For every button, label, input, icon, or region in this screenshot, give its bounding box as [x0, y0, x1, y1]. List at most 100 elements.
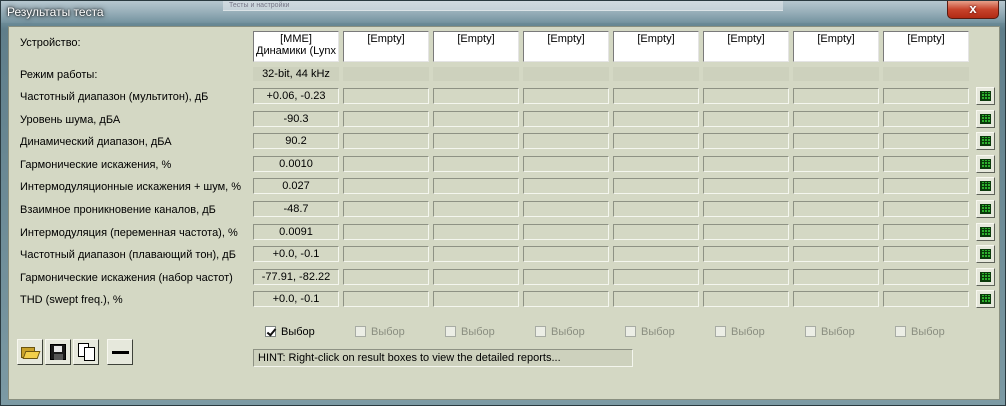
device-box[interactable]: [Empty]	[433, 31, 519, 62]
result-box[interactable]	[793, 156, 879, 172]
checkbox-icon[interactable]	[355, 326, 366, 337]
remove-button[interactable]	[107, 339, 133, 365]
select-checkbox[interactable]: Выбор	[805, 325, 855, 339]
result-box[interactable]	[523, 201, 609, 217]
result-box[interactable]	[703, 201, 789, 217]
result-box[interactable]	[343, 111, 429, 127]
result-box[interactable]: 0.0010	[253, 156, 339, 172]
result-box[interactable]	[793, 246, 879, 262]
result-box[interactable]	[433, 201, 519, 217]
result-box[interactable]	[793, 269, 879, 285]
result-box[interactable]	[433, 178, 519, 194]
result-box[interactable]	[523, 88, 609, 104]
result-box[interactable]	[523, 178, 609, 194]
result-box[interactable]	[883, 111, 969, 127]
checkbox-icon[interactable]	[535, 326, 546, 337]
result-box[interactable]	[613, 88, 699, 104]
result-box[interactable]	[703, 269, 789, 285]
result-box[interactable]	[523, 291, 609, 307]
result-box[interactable]: -77.91, -82.22	[253, 269, 339, 285]
copy-button[interactable]	[73, 339, 99, 365]
result-box[interactable]	[523, 133, 609, 149]
checkbox-icon[interactable]	[625, 326, 636, 337]
detail-report-button[interactable]	[976, 132, 995, 150]
select-checkbox[interactable]: Выбор	[625, 325, 675, 339]
save-button[interactable]	[45, 339, 71, 365]
result-box[interactable]	[343, 269, 429, 285]
result-box[interactable]: 90.2	[253, 133, 339, 149]
result-box[interactable]	[523, 246, 609, 262]
detail-report-button[interactable]	[976, 290, 995, 308]
result-box[interactable]	[433, 224, 519, 240]
result-box[interactable]	[703, 111, 789, 127]
result-box[interactable]	[343, 201, 429, 217]
result-box[interactable]	[883, 291, 969, 307]
select-checkbox[interactable]: Выбор	[535, 325, 585, 339]
result-box[interactable]	[613, 156, 699, 172]
result-box[interactable]	[343, 291, 429, 307]
result-box[interactable]	[703, 178, 789, 194]
result-box[interactable]	[613, 291, 699, 307]
result-box[interactable]	[433, 246, 519, 262]
result-box[interactable]	[883, 224, 969, 240]
result-box[interactable]	[793, 111, 879, 127]
detail-report-button[interactable]	[976, 223, 995, 241]
title-bar[interactable]: Тесты и настройки Результаты теста x	[1, 1, 1005, 23]
result-box[interactable]	[343, 156, 429, 172]
detail-report-button[interactable]	[976, 155, 995, 173]
detail-report-button[interactable]	[976, 110, 995, 128]
close-button[interactable]: x	[947, 1, 999, 19]
result-box[interactable]	[613, 224, 699, 240]
result-box[interactable]	[343, 224, 429, 240]
detail-report-button[interactable]	[976, 177, 995, 195]
result-box[interactable]	[613, 133, 699, 149]
result-box[interactable]	[613, 178, 699, 194]
result-box[interactable]	[703, 291, 789, 307]
result-box[interactable]	[703, 88, 789, 104]
result-box[interactable]: 0.027	[253, 178, 339, 194]
result-box[interactable]: 0.0091	[253, 224, 339, 240]
device-box[interactable]: [Empty]	[703, 31, 789, 62]
checkbox-icon[interactable]	[265, 326, 276, 337]
result-box[interactable]: +0.06, -0.23	[253, 88, 339, 104]
detail-report-button[interactable]	[976, 200, 995, 218]
device-box[interactable]: [Empty]	[343, 31, 429, 62]
result-box[interactable]	[793, 201, 879, 217]
device-box[interactable]: [Empty]	[523, 31, 609, 62]
result-box[interactable]: -90.3	[253, 111, 339, 127]
device-box[interactable]: [MME] Динамики (Lynx	[253, 31, 339, 62]
result-box[interactable]	[343, 88, 429, 104]
device-box[interactable]: [Empty]	[883, 31, 969, 62]
result-box[interactable]	[883, 246, 969, 262]
result-box[interactable]	[433, 133, 519, 149]
select-checkbox[interactable]: Выбор	[895, 325, 945, 339]
result-box[interactable]	[613, 111, 699, 127]
detail-report-button[interactable]	[976, 245, 995, 263]
result-box[interactable]	[883, 156, 969, 172]
result-box[interactable]	[433, 111, 519, 127]
checkbox-icon[interactable]	[715, 326, 726, 337]
device-box[interactable]: [Empty]	[793, 31, 879, 62]
result-box[interactable]	[613, 246, 699, 262]
select-checkbox[interactable]: Выбор	[265, 325, 315, 339]
checkbox-icon[interactable]	[895, 326, 906, 337]
result-box[interactable]	[523, 111, 609, 127]
result-box[interactable]	[523, 224, 609, 240]
checkbox-icon[interactable]	[805, 326, 816, 337]
result-box[interactable]	[433, 291, 519, 307]
result-box[interactable]	[883, 269, 969, 285]
detail-report-button[interactable]	[976, 268, 995, 286]
result-box[interactable]	[613, 269, 699, 285]
result-box[interactable]	[703, 133, 789, 149]
result-box[interactable]	[343, 178, 429, 194]
device-box[interactable]: [Empty]	[613, 31, 699, 62]
result-box[interactable]: +0.0, -0.1	[253, 291, 339, 307]
result-box[interactable]: +0.0, -0.1	[253, 246, 339, 262]
result-box[interactable]	[343, 133, 429, 149]
result-box[interactable]	[883, 201, 969, 217]
result-box[interactable]	[523, 269, 609, 285]
result-box[interactable]	[703, 246, 789, 262]
result-box[interactable]	[793, 291, 879, 307]
select-checkbox[interactable]: Выбор	[445, 325, 495, 339]
result-box[interactable]	[523, 156, 609, 172]
